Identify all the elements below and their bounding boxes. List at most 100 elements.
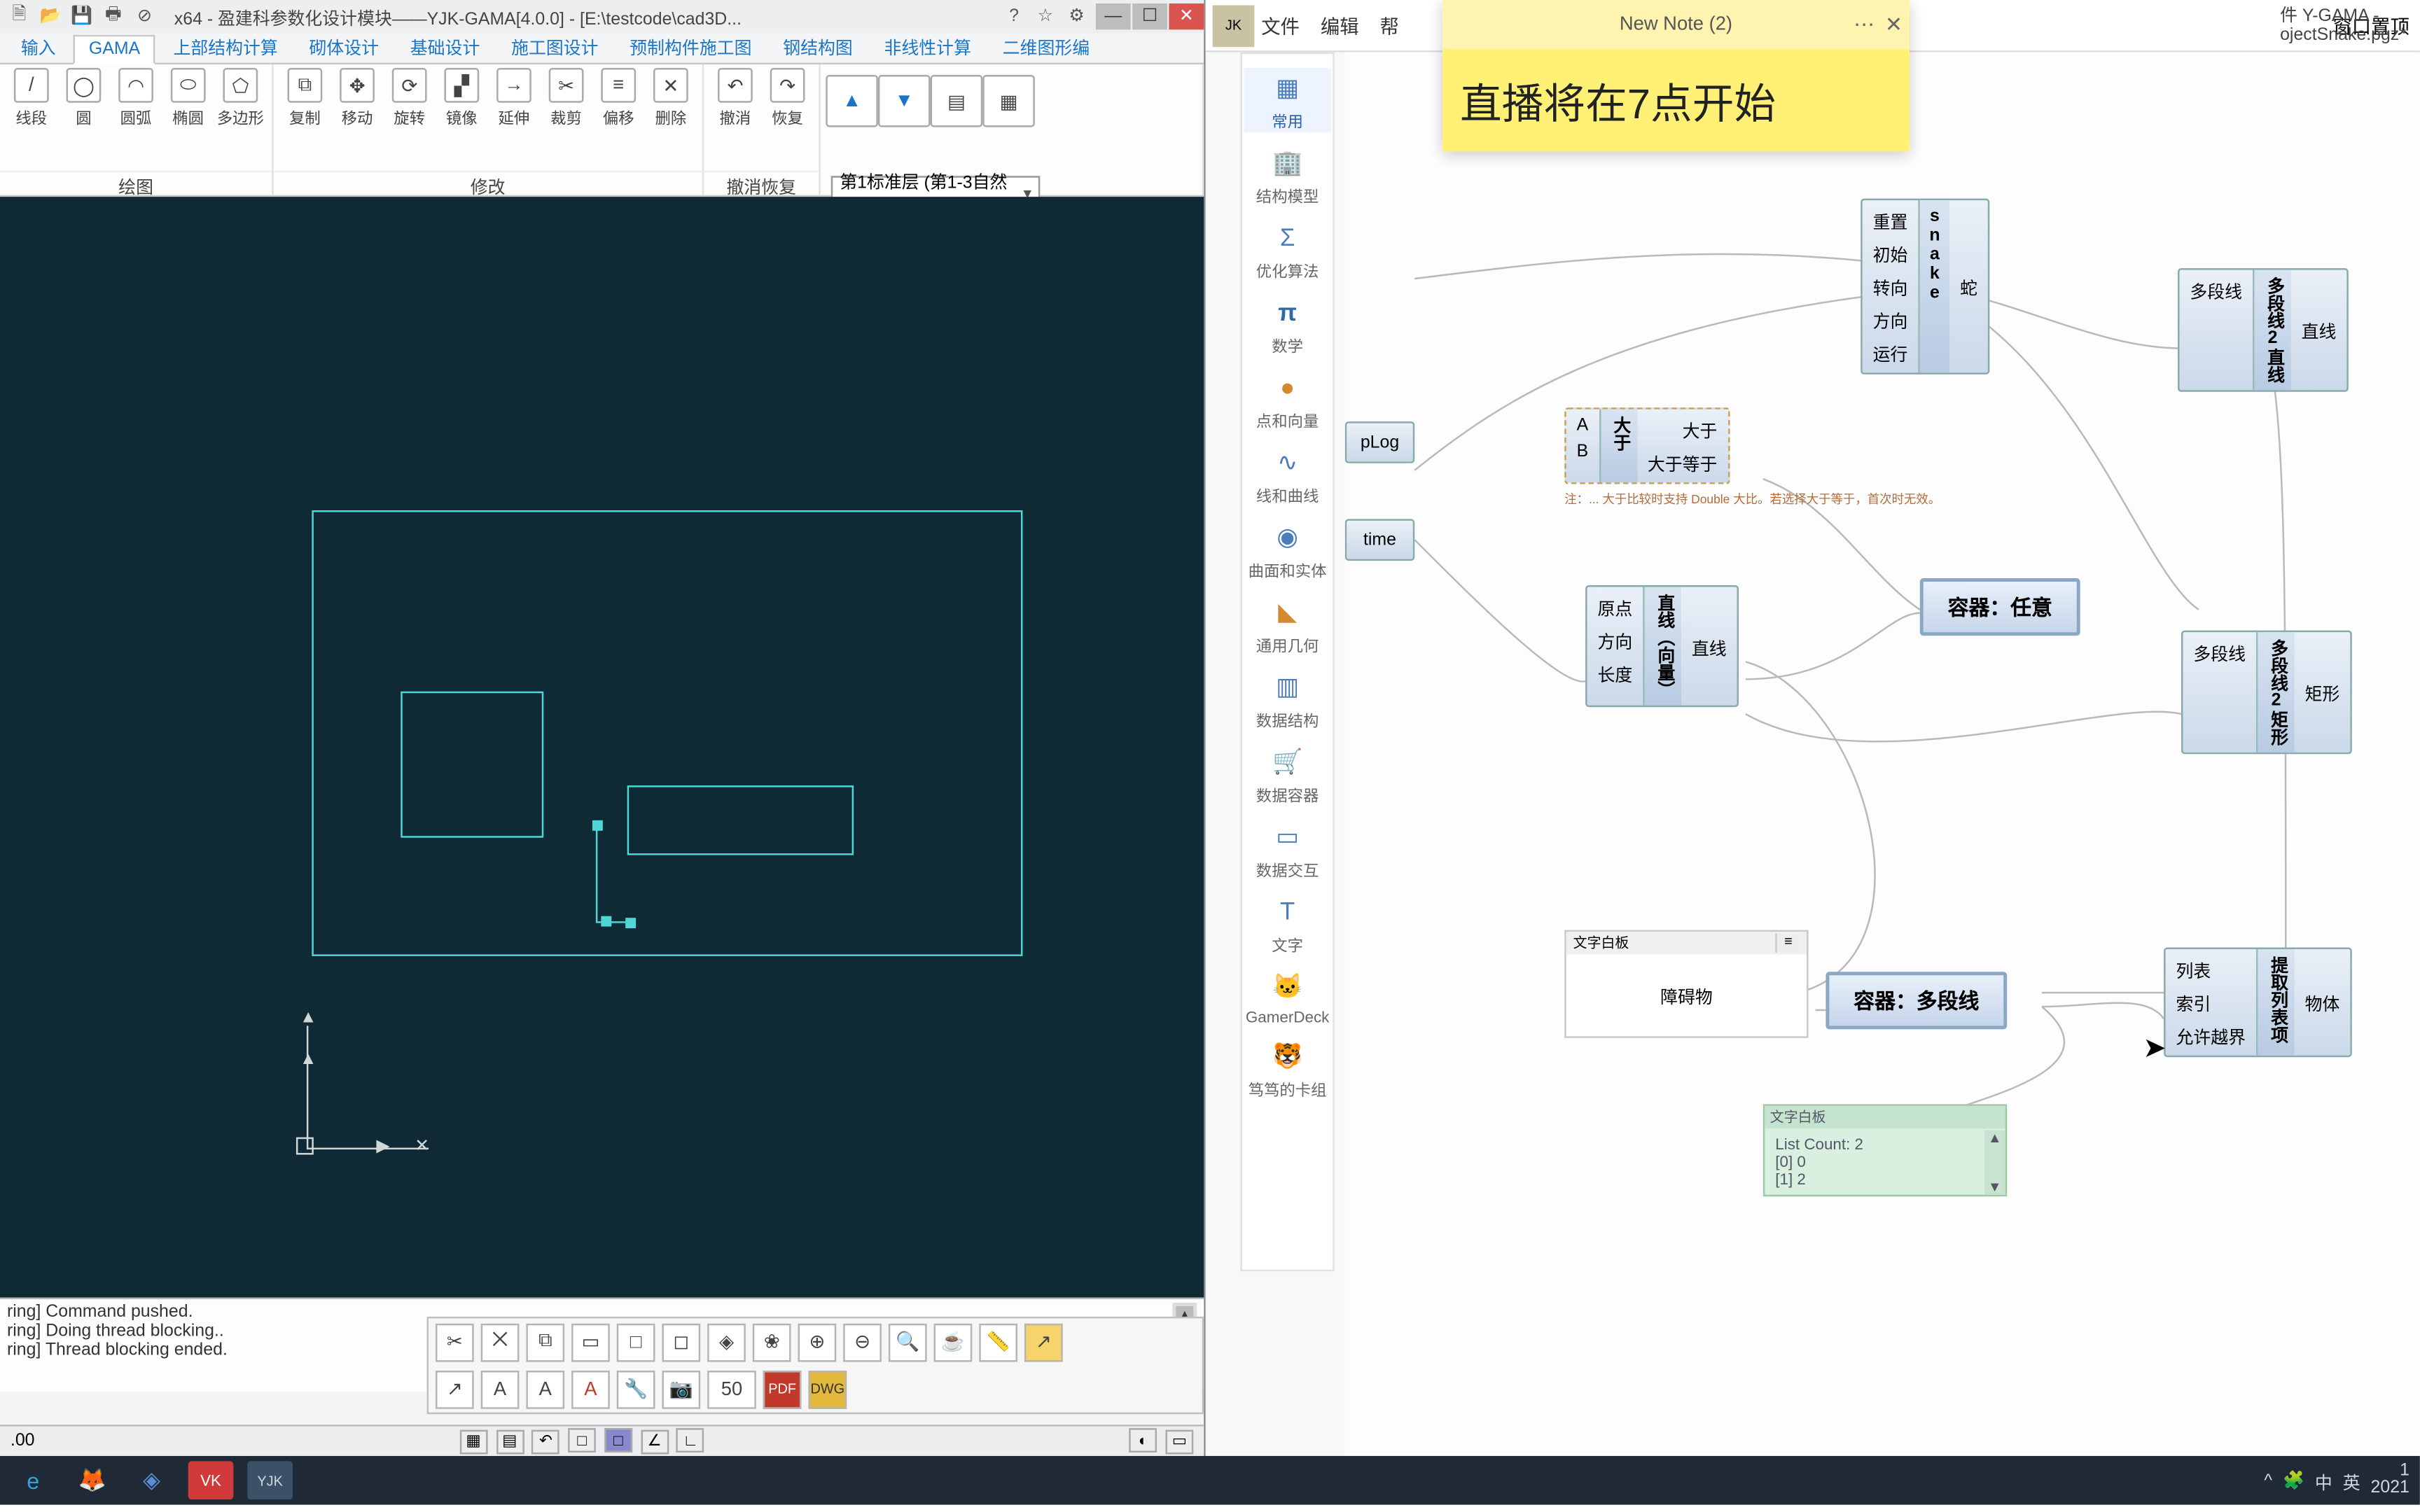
taskbar-app-blue[interactable]: ◈ [129,1461,174,1499]
tbtn[interactable]: ↗ [1024,1323,1063,1362]
tab-construction[interactable]: 施工图设计 [497,29,612,62]
node-poly2line[interactable]: 多段线 多段线2直线 直线 [2178,268,2349,392]
tool-delete[interactable]: ✕删除 [646,68,695,129]
shape-small-square[interactable] [401,692,543,838]
tool-circle[interactable]: ◯圆 [60,68,109,129]
node-container-any[interactable]: 容器：任意 [1920,578,2080,636]
tab-upper-struct[interactable]: 上部结构计算 [160,29,292,62]
port-out-rect[interactable]: 矩形 [2295,632,2351,752]
sticky-close-icon[interactable]: ✕ [1885,12,1903,36]
tool-move[interactable]: ✥移动 [333,68,382,129]
tool-offset[interactable]: ≡偏移 [594,68,643,129]
port-init[interactable]: 初始 [1873,240,1908,266]
taskbar-firefox[interactable]: 🦊 [70,1461,116,1499]
qat-print-icon[interactable]: 🖶 [101,4,125,29]
port-out-object[interactable]: 物体 [2295,949,2351,1056]
palette-container[interactable]: 🛒数据容器 [1244,742,1330,806]
node-canvas[interactable]: pLog time 重置 初始 转向 方向 运行 snake 蛇 [1345,52,2420,1456]
port-index[interactable]: 索引 [2176,989,2246,1015]
tbtn-pdf[interactable]: PDF [763,1370,802,1408]
node-poly2rect[interactable]: 多段线 多段线2矩形 矩形 [2181,631,2352,755]
palette-optimize[interactable]: Σ优化算法 [1244,218,1330,282]
cad-drawing-area[interactable]: ▲ ▶ ✕ ▲ [0,197,1204,1297]
tbtn[interactable]: ▭ [571,1323,610,1362]
status-btn[interactable]: ▤ [496,1429,524,1454]
taskbar-app-yjk[interactable]: YJK [247,1461,293,1499]
port-b[interactable]: B [1577,442,1589,461]
big-down-button[interactable]: ▼ [879,75,929,127]
palette-math[interactable]: π数学 [1244,293,1330,357]
tool-rotate[interactable]: ⟳旋转 [385,68,434,129]
tbtn[interactable]: ✂ [436,1323,474,1362]
port-reset[interactable]: 重置 [1873,207,1908,233]
tbtn[interactable]: 🔍 [889,1323,927,1362]
palette-surface[interactable]: ◉曲面和实体 [1244,517,1330,582]
port-polyline[interactable]: 多段线 [2190,277,2242,303]
tbtn[interactable]: 📷 [662,1370,700,1408]
tbtn[interactable]: ❀ [753,1323,791,1362]
menu-help[interactable]: 帮 [1379,11,1398,39]
port-list[interactable]: 列表 [2176,956,2246,982]
tool-redo[interactable]: ↷恢复 [763,68,812,129]
tbtn[interactable]: ⨉ [481,1323,520,1362]
anchor-point[interactable] [592,820,603,831]
port-dir[interactable]: 方向 [1873,307,1908,332]
tbtn[interactable]: ⊖ [843,1323,882,1362]
port-turn[interactable]: 转向 [1873,274,1908,300]
palette-interact[interactable]: ▭数据交互 [1244,817,1330,881]
shape-small-rect[interactable] [627,785,854,855]
tbtn[interactable]: A [571,1370,610,1408]
tray-icon[interactable]: 🧩 [2283,1471,2304,1490]
tab-precast[interactable]: 预制构件施工图 [616,29,765,62]
status-btn[interactable]: ∟ [676,1429,704,1453]
tool-trim[interactable]: ✂裁剪 [542,68,591,129]
tbtn[interactable]: ◻ [662,1323,700,1362]
palette-text[interactable]: T文字 [1244,892,1330,956]
sticky-more-icon[interactable]: ⋯ [1854,12,1875,36]
taskbar-app-vk[interactable]: VK [188,1461,234,1499]
tbtn[interactable]: ⧉ [526,1323,564,1362]
port-length[interactable]: 长度 [1597,660,1632,686]
tool-copy[interactable]: ⧉复制 [281,68,330,129]
tab-gama[interactable]: GAMA [73,35,155,64]
status-btn[interactable]: ▦ [459,1429,487,1454]
tab-nonlinear[interactable]: 非线性计算 [870,29,985,62]
status-btn[interactable]: □ [568,1429,596,1453]
qat-save-icon[interactable]: 💾 [70,4,95,29]
tbtn[interactable]: 📏 [979,1323,1017,1362]
tbtn[interactable]: 🔧 [617,1370,655,1408]
tray-chevron-icon[interactable]: ^ [2264,1471,2272,1490]
tab-foundation[interactable]: 基础设计 [396,29,494,62]
palette-point[interactable]: ●点和向量 [1244,368,1330,432]
sticky-note[interactable]: New Note (2) ⋯ ✕ 直播将在7点开始 [1442,0,1910,151]
tab-masonry[interactable]: 砌体设计 [295,29,393,62]
port-out-line[interactable]: 直线 [1681,587,1737,705]
list-panel-scroll[interactable]: ▲▼ [1984,1130,2005,1195]
node-line-vector[interactable]: 原点 方向 长度 直线（向量） 直线 [1585,585,1739,707]
tray-ime-lang[interactable]: 中 [2315,1467,2332,1493]
node-plog[interactable]: pLog [1345,421,1415,463]
big-table-button[interactable]: ▦ [985,75,1034,127]
tbtn-dwg[interactable]: DWG [808,1370,847,1408]
menu-file[interactable]: 文件 [1261,11,1300,39]
settings-icon[interactable]: ⚙ [1064,4,1089,29]
port-origin[interactable]: 原点 [1597,594,1632,620]
menu-edit[interactable]: 编辑 [1321,11,1359,39]
tray-ime-mode[interactable]: 英 [2343,1467,2360,1493]
big-layers-button[interactable]: ▤ [932,75,981,127]
port-out-snake[interactable]: 蛇 [1949,200,1988,372]
qat-open-icon[interactable]: 📂 [39,4,63,29]
star-icon[interactable]: ☆ [1033,4,1057,29]
palette-common[interactable]: ▦常用 [1244,68,1330,132]
sticky-head[interactable]: New Note (2) ⋯ ✕ [1442,0,1910,49]
chevron-icon[interactable]: ≡ [1775,934,1800,953]
tbtn[interactable]: ⊕ [798,1323,837,1362]
port-gt[interactable]: 大于 [1648,416,1718,442]
tab-2d[interactable]: 二维图形编 [989,29,1104,62]
tab-steel[interactable]: 钢结构图 [769,29,866,62]
status-btn[interactable]: □ [604,1429,632,1453]
port-gte[interactable]: 大于等于 [1648,449,1718,475]
palette-curve[interactable]: ∿线和曲线 [1244,442,1330,507]
tool-ellipse[interactable]: ⬭椭圆 [164,68,213,129]
node-extract-list[interactable]: 列表 索引 允许越界 提取列表项 物体 [2164,947,2352,1057]
